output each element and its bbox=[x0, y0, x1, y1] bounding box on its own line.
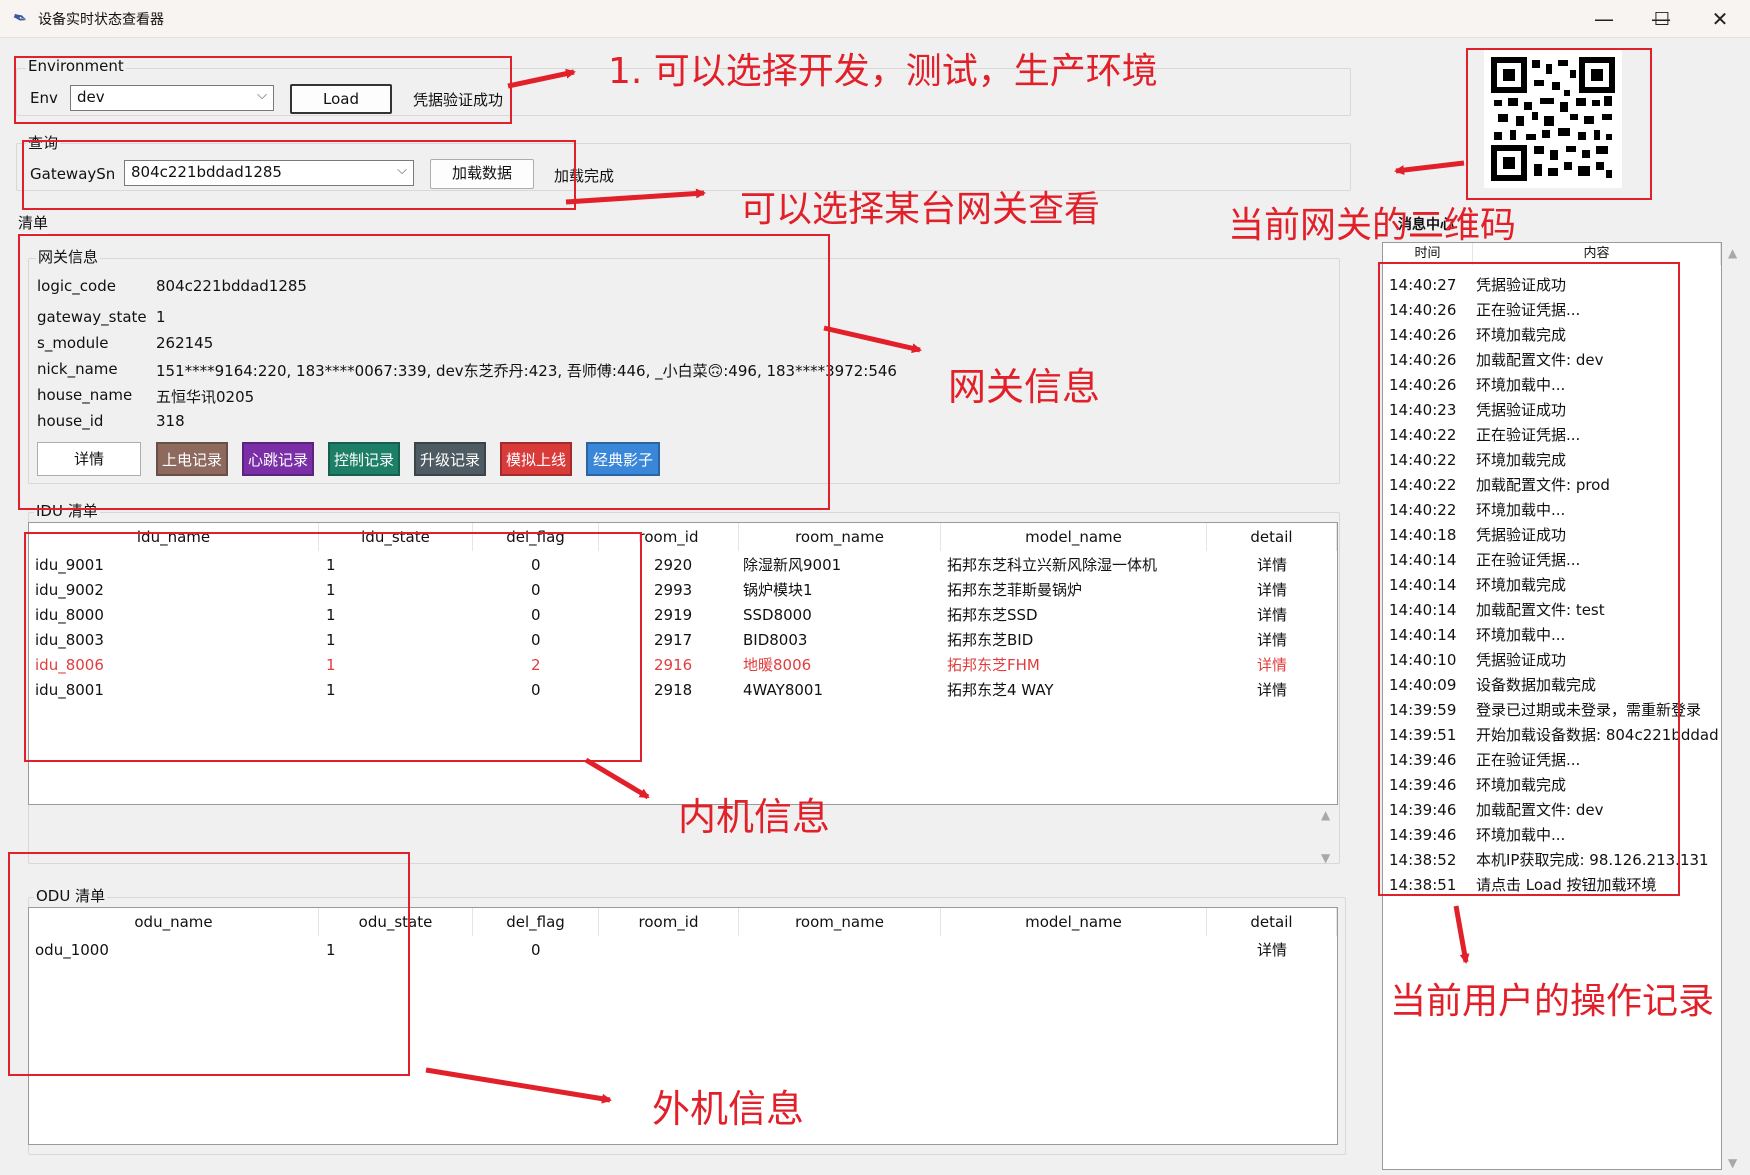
arrow-env bbox=[507, 68, 576, 89]
annotation-idu: 内机信息 bbox=[678, 795, 831, 839]
highlight-idu bbox=[24, 532, 642, 762]
annotation-log: 当前用户的操作记录 bbox=[1390, 981, 1715, 1022]
highlight-gateway-info bbox=[18, 234, 830, 510]
highlight-log bbox=[1378, 262, 1680, 896]
arrow-qr bbox=[1394, 160, 1465, 176]
annotation-odu: 外机信息 bbox=[652, 1087, 805, 1131]
annotation-gateway: 可以选择某台网关查看 bbox=[740, 189, 1101, 230]
highlight-qr bbox=[1466, 48, 1652, 200]
arrow-gateway-info bbox=[823, 325, 922, 354]
arrow-gateway bbox=[565, 188, 706, 205]
highlight-odu bbox=[8, 852, 410, 1076]
annotation-env: 1. 可以选择开发，测试，生产环境 bbox=[608, 51, 1158, 92]
annotation-gateway-info: 网关信息 bbox=[948, 365, 1101, 409]
annotation-qr: 当前网关的二维码 bbox=[1228, 205, 1517, 246]
highlight-query bbox=[22, 140, 576, 210]
arrow-idu bbox=[584, 757, 650, 800]
arrow-odu bbox=[425, 1067, 612, 1104]
arrow-log bbox=[1453, 905, 1470, 964]
highlight-env bbox=[14, 56, 512, 124]
